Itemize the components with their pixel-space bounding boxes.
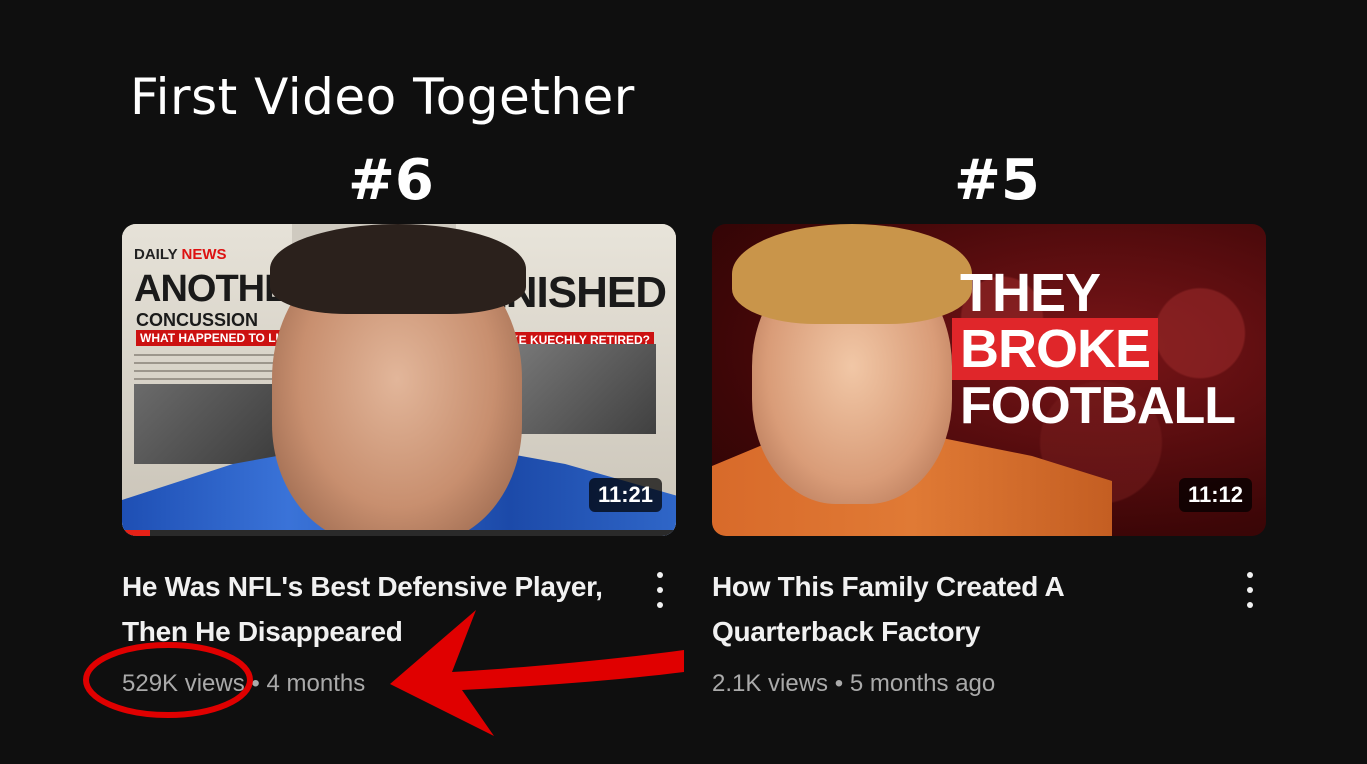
thumbnail-text: BROKE [952, 318, 1159, 380]
player-hair [732, 224, 972, 324]
video-card[interactable]: THEY BROKE FOOTBALL 11:12 How This Famil… [712, 224, 1268, 697]
video-meta: 2.1K views • 5 months ago [712, 670, 995, 698]
rank-label: #5 [954, 148, 1040, 213]
newspaper-photo [134, 384, 284, 464]
video-title[interactable]: How This Family Created A Quarterback Fa… [712, 564, 1212, 654]
duration-badge: 11:21 [588, 478, 662, 512]
upload-age: 5 months ago [849, 670, 996, 697]
watch-progress-fill [122, 530, 150, 536]
separator: • [834, 670, 844, 697]
video-thumbnail[interactable]: DAILY NEWS ANOTHER CONCUSSION WHAT HAPPE… [122, 224, 676, 536]
rank-label: #6 [348, 148, 434, 213]
thumbnail-text: DAILY NEWS [134, 246, 227, 263]
thumbnail-text: FOOTBALL [960, 377, 1236, 435]
separator: • [251, 670, 260, 697]
view-count: 529K views [122, 670, 245, 697]
video-meta: 529K views • 4 months [122, 670, 365, 698]
upload-age: 4 months [266, 670, 366, 697]
annotation-title: First Video Together [130, 68, 635, 126]
thumbnail-text: CONCUSSION [136, 310, 259, 330]
newspaper-photo [506, 344, 656, 434]
view-count: 2.1K views [712, 670, 829, 697]
kebab-menu-icon[interactable] [1240, 572, 1260, 608]
video-card[interactable]: DAILY NEWS ANOTHER CONCUSSION WHAT HAPPE… [122, 224, 678, 697]
video-title[interactable]: He Was NFL's Best Defensive Player, Then… [122, 564, 622, 654]
player-hair [270, 224, 526, 314]
duration-badge: 11:12 [1178, 478, 1252, 512]
thumbnail-text: THEY [960, 263, 1101, 323]
kebab-menu-icon[interactable] [650, 572, 670, 608]
watch-progress-bar [122, 530, 676, 536]
video-thumbnail[interactable]: THEY BROKE FOOTBALL 11:12 [712, 224, 1266, 536]
